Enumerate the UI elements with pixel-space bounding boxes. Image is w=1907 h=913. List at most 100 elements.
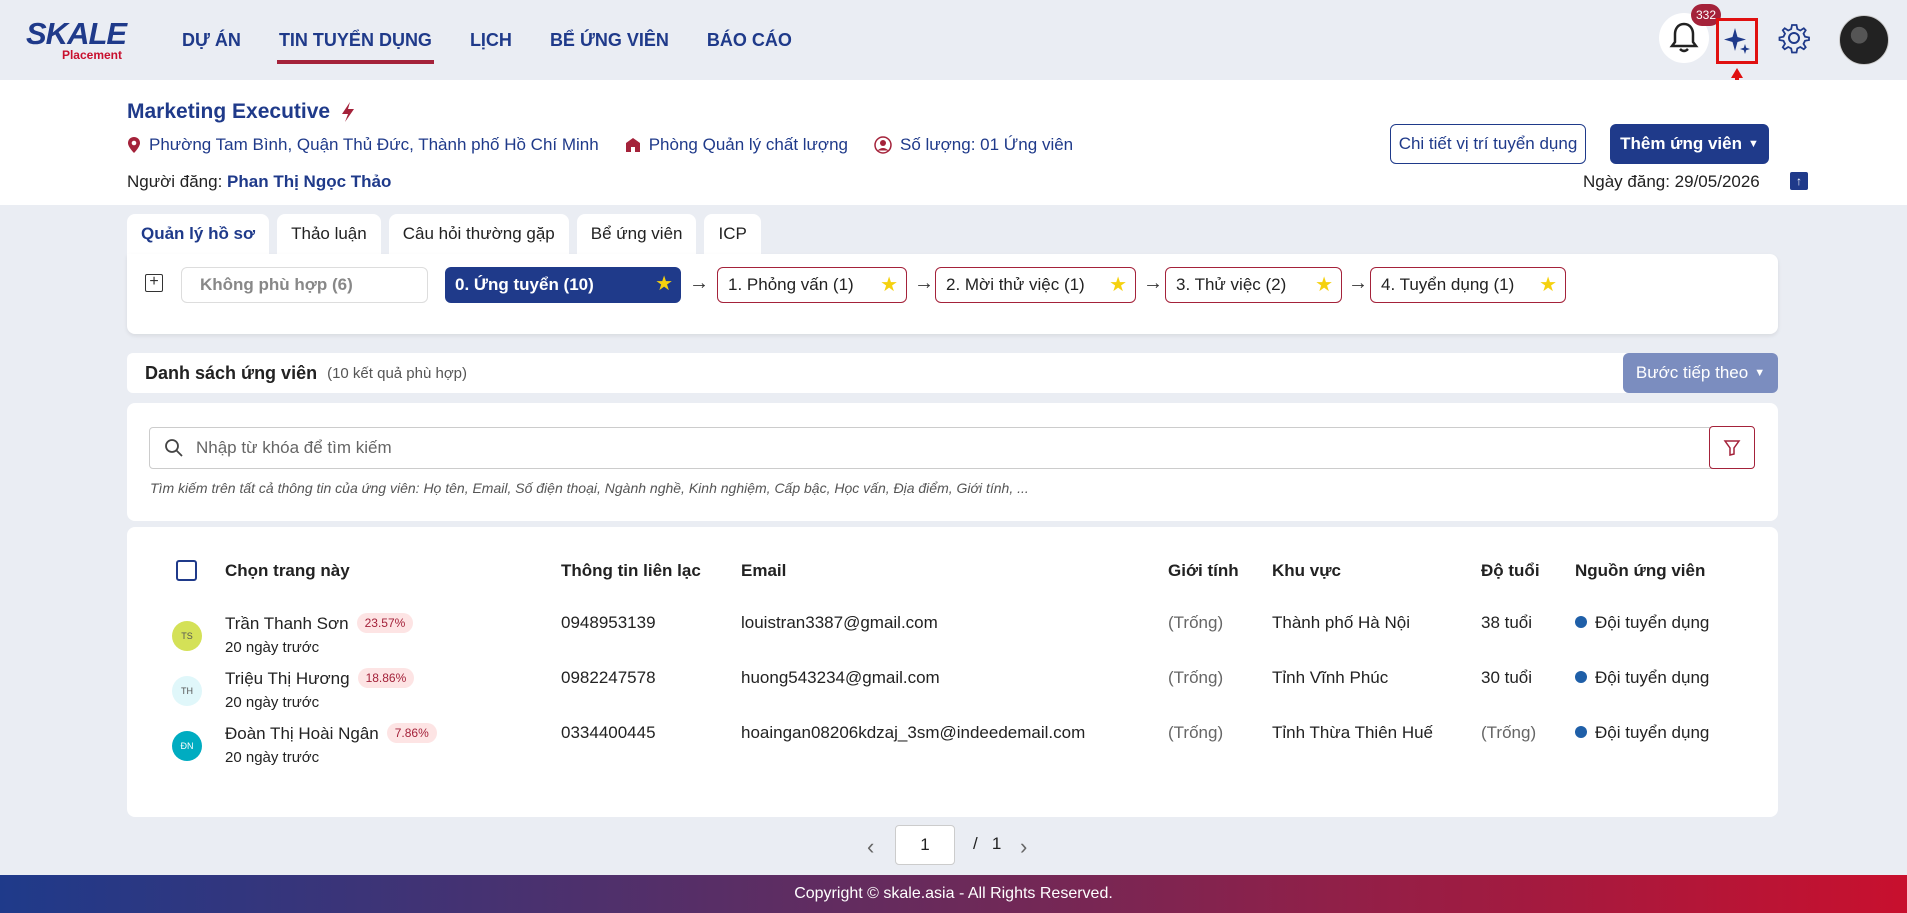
- chevron-left-icon[interactable]: ‹: [867, 834, 874, 860]
- tab-cau-hoi[interactable]: Câu hỏi thường gặp: [388, 214, 569, 254]
- applied-ago: 20 ngày trước: [225, 639, 320, 656]
- caret-down-icon: ▼: [1748, 138, 1759, 150]
- building-icon: [625, 138, 640, 152]
- job-header: Marketing Executive Phường Tam Bình, Quậ…: [0, 80, 1907, 205]
- job-title: Marketing Executive: [127, 100, 331, 123]
- source-cell: Đội tuyển dụng: [1575, 723, 1709, 743]
- stage-4[interactable]: 4. Tuyển dụng (1) ★: [1370, 267, 1566, 303]
- applied-ago: 20 ngày trước: [225, 694, 320, 711]
- pagination: ‹ 1 / 1 ›: [127, 817, 1778, 875]
- phone: 0948953139: [561, 613, 656, 632]
- region: Tỉnh Vĩnh Phúc: [1272, 668, 1389, 687]
- stage-0-label: 0. Ứng tuyển (10): [455, 275, 594, 294]
- tab-icp[interactable]: ICP: [704, 214, 761, 254]
- gender: (Trống): [1168, 723, 1224, 742]
- location-text: Phường Tam Bình, Quận Thủ Đức, Thành phố…: [149, 135, 599, 154]
- search-input[interactable]: Nhập từ khóa để tìm kiếm: [149, 427, 1720, 469]
- tab-quan-ly-ho-so[interactable]: Quản lý hồ sơ: [127, 214, 270, 254]
- arrow-right-icon: →: [1143, 272, 1163, 294]
- search-hint: Tìm kiếm trên tất cả thông tin của ứng v…: [150, 480, 1029, 496]
- user-circle-icon: [874, 136, 892, 154]
- add-candidate-label: Thêm ứng viên: [1620, 134, 1742, 153]
- top-navbar: SKALE Placement DỰ ÁN TIN TUYỂN DỤNG LỊC…: [0, 0, 1907, 104]
- stage-4-label: 4. Tuyển dụng (1): [1381, 275, 1515, 294]
- skale-logo[interactable]: SKALE Placement: [26, 16, 127, 62]
- next-step-label: Bước tiếp theo: [1635, 363, 1749, 382]
- candidate-avatar: ĐN: [172, 731, 202, 761]
- settings-gear-icon[interactable]: [1778, 22, 1810, 54]
- location-pin-icon: [128, 137, 140, 153]
- source-dot-icon: [1575, 616, 1587, 628]
- post-date: Ngày đăng: 29/05/2026: [1583, 172, 1760, 191]
- gender: (Trống): [1168, 613, 1224, 632]
- email: louistran3387@gmail.com: [741, 613, 938, 632]
- source: Đội tuyển dụng: [1595, 613, 1710, 632]
- chevron-right-icon[interactable]: ›: [1020, 834, 1027, 860]
- candidate-name-cell: Trần Thanh Sơn 23.57%: [225, 613, 414, 634]
- ai-sparkle-icon[interactable]: [1716, 18, 1758, 64]
- list-count: (10 kết quả phù hợp): [327, 364, 468, 382]
- candidate-table: Chọn trang này Thông tin liên lạc Email …: [127, 527, 1778, 817]
- table-row[interactable]: TS Trần Thanh Sơn 23.57% 20 ngày trước 09…: [127, 607, 1778, 662]
- age: (Trống): [1481, 723, 1537, 742]
- job-quantity: Số lượng: 01 Ứng viên: [874, 135, 1073, 155]
- pipeline-bar: + Không phù hợp (6) 0. Ứng tuyển (10) ★ …: [127, 254, 1778, 334]
- col-age: Độ tuổi: [1481, 561, 1540, 580]
- nav-be-ung-vien[interactable]: BỂ ỨNG VIÊN: [550, 0, 669, 80]
- tab-thao-luan[interactable]: Thảo luận: [277, 214, 381, 254]
- logo-brand: SKALE: [26, 16, 127, 51]
- email: hoaingan08206kdzaj_3sm@indeedemail.com: [741, 723, 1086, 742]
- nav-du-an[interactable]: DỰ ÁN: [182, 0, 241, 80]
- add-candidate-button[interactable]: Thêm ứng viên ▼: [1610, 124, 1769, 164]
- add-stage-icon[interactable]: +: [145, 274, 163, 292]
- phone: 0982247578: [561, 668, 656, 687]
- stage-3[interactable]: 3. Thử việc (2) ★: [1165, 267, 1342, 303]
- nav-lich[interactable]: LỊCH: [470, 0, 512, 80]
- arrow-right-icon: →: [689, 272, 709, 294]
- candidate-name[interactable]: Triệu Thị Hương: [225, 669, 350, 688]
- quantity-text: Số lượng: 01 Ứng viên: [899, 135, 1074, 154]
- caret-down-icon: ▼: [1754, 367, 1766, 379]
- age: 30 tuổi: [1481, 668, 1533, 687]
- collapse-up-icon[interactable]: ↑: [1790, 172, 1808, 190]
- filter-button[interactable]: [1709, 426, 1755, 469]
- table-row[interactable]: ĐN Đoàn Thị Hoài Ngân 7.86% 20 ngày trước…: [127, 717, 1778, 772]
- candidate-avatar: TS: [172, 621, 202, 651]
- match-badge: 18.86%: [357, 668, 415, 688]
- col-region: Khu vực: [1272, 561, 1341, 580]
- col-source: Nguồn ứng viên: [1575, 561, 1706, 580]
- filter-icon: [1723, 439, 1741, 456]
- col-email: Email: [741, 561, 787, 580]
- candidate-name[interactable]: Trần Thanh Sơn: [225, 614, 349, 633]
- source-dot-icon: [1575, 726, 1587, 738]
- nav-bao-cao[interactable]: BÁO CÁO: [707, 0, 792, 80]
- source-cell: Đội tuyển dụng: [1575, 668, 1709, 688]
- table-row[interactable]: TH Triệu Thị Hương 18.86% 20 ngày trước 0…: [127, 662, 1778, 717]
- nav-tin-tuyen-dung[interactable]: TIN TUYỂN DỤNG: [276, 0, 434, 80]
- lightning-icon: [342, 102, 355, 122]
- stage-1[interactable]: 1. Phỏng vấn (1) ★: [717, 267, 907, 303]
- stage-rejected[interactable]: Không phù hợp (6): [181, 267, 428, 303]
- page-slash: /: [973, 834, 978, 853]
- col-gender: Giới tính: [1168, 561, 1239, 580]
- star-icon: ★: [880, 274, 898, 296]
- stage-0[interactable]: 0. Ứng tuyển (10) ★: [445, 267, 681, 303]
- list-title: Danh sách ứng viên: [145, 362, 318, 383]
- job-title-wrap: Marketing Executive: [127, 100, 356, 124]
- job-detail-button[interactable]: Chi tiết vị trí tuyển dụng: [1390, 124, 1586, 164]
- job-department: Phòng Quản lý chất lượng: [625, 135, 848, 155]
- search-placeholder: Nhập từ khóa để tìm kiếm: [196, 438, 392, 457]
- department-text: Phòng Quản lý chất lượng: [648, 135, 848, 154]
- stage-2[interactable]: 2. Mời thử việc (1) ★: [935, 267, 1136, 303]
- logo-sub: Placement: [61, 48, 122, 62]
- job-location: Phường Tam Bình, Quận Thủ Đức, Thành phố…: [127, 135, 599, 155]
- search-icon: [165, 439, 183, 457]
- candidate-name[interactable]: Đoàn Thị Hoài Ngân: [225, 724, 379, 743]
- select-page-checkbox[interactable]: [176, 560, 197, 581]
- page-input[interactable]: 1: [895, 825, 955, 865]
- tab-be-ung-vien[interactable]: Bể ứng viên: [576, 214, 697, 254]
- posted-by-name[interactable]: Phan Thị Ngọc Thảo: [227, 172, 391, 191]
- user-avatar[interactable]: [1839, 15, 1889, 65]
- email: huong543234@gmail.com: [741, 668, 940, 687]
- next-step-button[interactable]: Bước tiếp theo ▼: [1623, 353, 1778, 393]
